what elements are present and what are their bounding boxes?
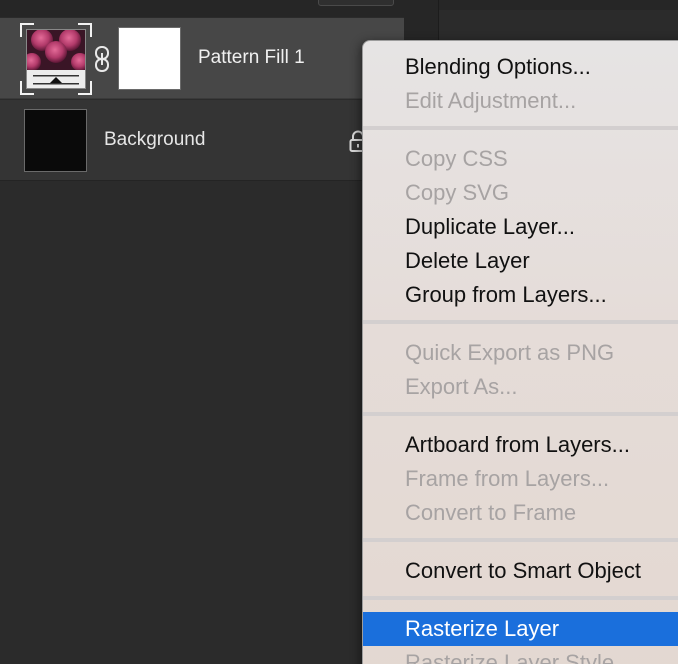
- menu-item-group-from-layers[interactable]: Group from Layers...: [363, 278, 678, 312]
- menu-item-edit-adjustment[interactable]: Edit Adjustment...: [363, 84, 678, 118]
- layer-context-menu: Blending Options... Edit Adjustment... C…: [362, 40, 678, 664]
- menu-item-copy-css[interactable]: Copy CSS: [363, 142, 678, 176]
- menu-item-rasterize-layer[interactable]: Rasterize Layer: [363, 612, 678, 646]
- layer-name[interactable]: Pattern Fill 1: [198, 47, 305, 69]
- link-icon[interactable]: [93, 45, 111, 73]
- menu-item-convert-to-frame[interactable]: Convert to Frame: [363, 496, 678, 530]
- menu-item-quick-export-png[interactable]: Quick Export as PNG: [363, 336, 678, 370]
- menu-separator: [363, 126, 678, 130]
- layer-name[interactable]: Background: [104, 129, 205, 151]
- menu-separator: [363, 538, 678, 542]
- layer-mask-thumbnail[interactable]: [118, 27, 181, 90]
- menu-item-artboard-from-layers[interactable]: Artboard from Layers...: [363, 428, 678, 462]
- menu-item-convert-to-smart-object[interactable]: Convert to Smart Object: [363, 554, 678, 588]
- layer-thumbnail-frame[interactable]: [20, 23, 92, 95]
- menu-item-copy-svg[interactable]: Copy SVG: [363, 176, 678, 210]
- layer-row-pattern-fill[interactable]: Pattern Fill 1: [0, 18, 404, 99]
- properties-panel-header: [439, 0, 678, 10]
- menu-item-frame-from-layers[interactable]: Frame from Layers...: [363, 462, 678, 496]
- background-thumbnail[interactable]: [24, 109, 87, 172]
- menu-item-duplicate-layer[interactable]: Duplicate Layer...: [363, 210, 678, 244]
- menu-separator: [363, 596, 678, 600]
- menu-item-rasterize-layer-style[interactable]: Rasterize Layer Style: [363, 646, 678, 664]
- menu-item-blending-options[interactable]: Blending Options...: [363, 50, 678, 84]
- photoshop-layers-screen: Pattern Fill 1 Background Blending Optio…: [0, 0, 678, 664]
- layers-panel: Pattern Fill 1 Background: [0, 0, 404, 664]
- menu-separator: [363, 320, 678, 324]
- layer-row-background[interactable]: Background: [0, 100, 404, 181]
- panel-header-field[interactable]: [318, 0, 394, 6]
- menu-separator: [363, 412, 678, 416]
- menu-item-delete-layer[interactable]: Delete Layer: [363, 244, 678, 278]
- pattern-fill-thumbnail-icon: [26, 29, 86, 89]
- menu-item-export-as[interactable]: Export As...: [363, 370, 678, 404]
